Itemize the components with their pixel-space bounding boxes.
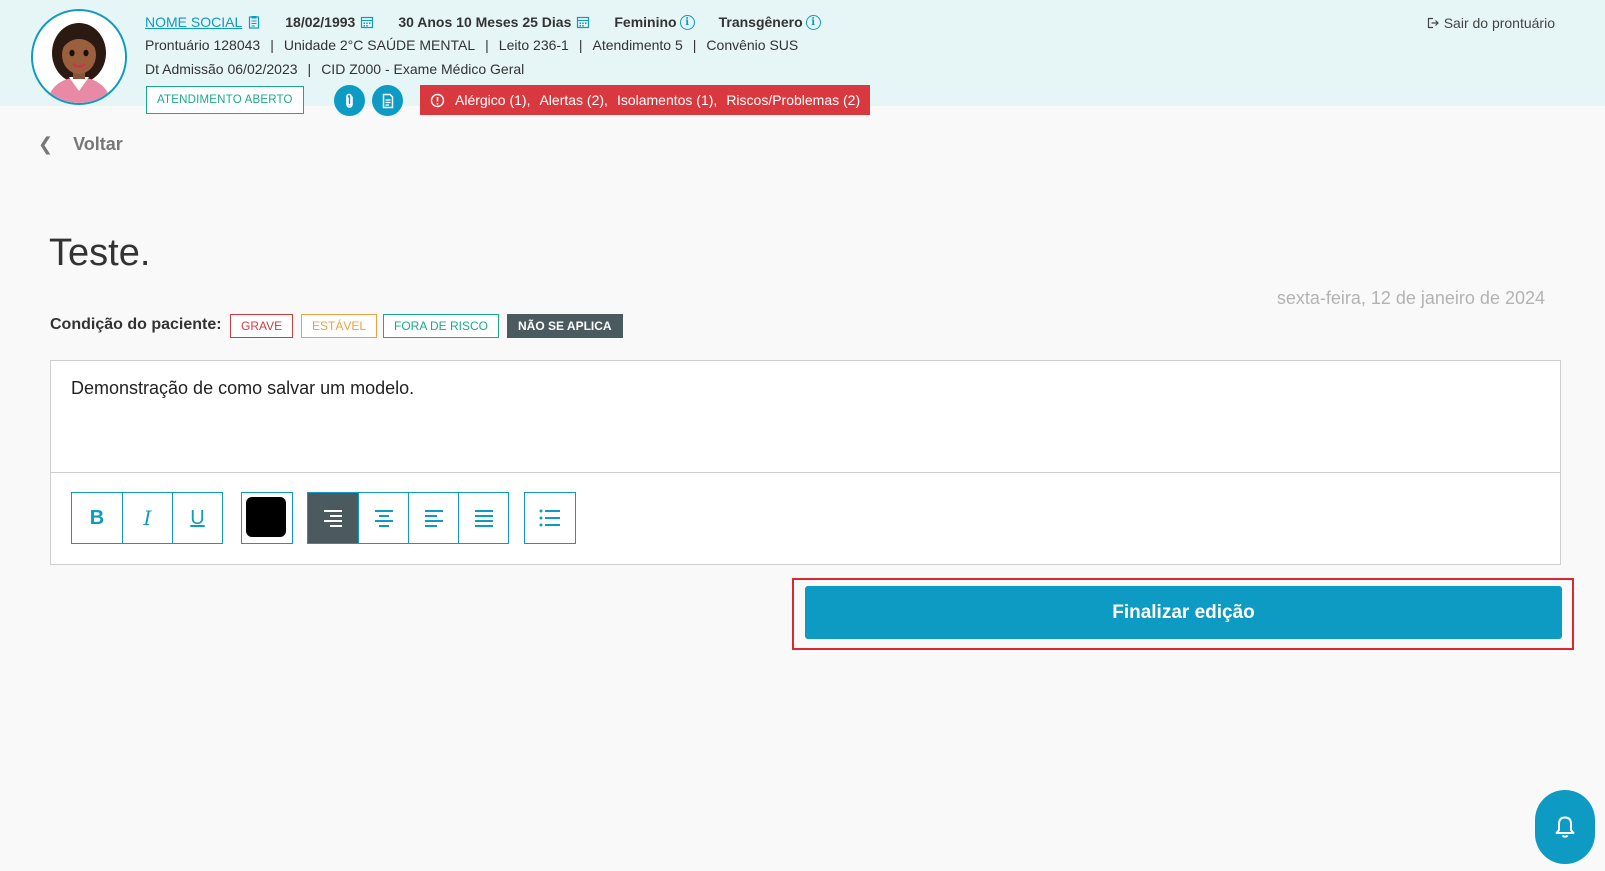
patient-gender-identity: Transgênero	[718, 14, 803, 30]
text-color-button[interactable]	[241, 492, 293, 544]
alert-alergico[interactable]: Alérgico (1),	[455, 92, 530, 108]
chevron-left-icon: ❮	[38, 134, 54, 154]
status-badge: ATENDIMENTO ABERTO	[146, 86, 304, 114]
italic-button[interactable]: I	[122, 493, 172, 543]
birth-date: 18/02/1993	[285, 14, 356, 30]
alert-alertas[interactable]: Alertas (2),	[539, 92, 607, 108]
document-icon	[382, 93, 393, 108]
rich-text-editor[interactable]: Demonstração de como salvar um modelo. B…	[50, 360, 1561, 565]
finish-edit-button[interactable]: Finalizar edição	[805, 586, 1562, 639]
back-label: Voltar	[73, 134, 123, 154]
alignment-button-group	[307, 492, 509, 544]
admission-date: Dt Admissão 06/02/2023	[145, 61, 298, 77]
alerts-bar[interactable]: Alérgico (1), Alertas (2), Isolamentos (…	[420, 85, 871, 115]
condition-fora-de-risco-chip[interactable]: FORA DE RISCO	[383, 314, 500, 338]
prontuario-number: Prontuário 128043	[145, 37, 261, 53]
color-swatch	[246, 497, 286, 537]
exit-record-label: Sair do prontuário	[1443, 15, 1555, 31]
patient-gender: Feminino	[614, 14, 677, 30]
align-justify-icon	[474, 510, 493, 527]
bullet-list-icon	[539, 509, 560, 527]
align-center-button[interactable]	[358, 493, 408, 543]
align-left-icon	[424, 510, 443, 527]
bullet-list-button[interactable]	[525, 493, 575, 543]
align-justify-button[interactable]	[458, 493, 508, 543]
cid: CID Z000 - Exame Médico Geral	[321, 61, 525, 77]
patient-age: 30 Anos 10 Meses 25 Dias	[398, 14, 572, 30]
patient-info-line-1: NOME SOCIAL 18/02/1993 30 Anos 10 Meses …	[145, 14, 821, 30]
patient-header: NOME SOCIAL 18/02/1993 30 Anos 10 Meses …	[0, 0, 1605, 116]
condition-estavel-chip[interactable]: ESTÁVEL	[301, 314, 378, 338]
patient-info-line-3: Dt Admissão 06/02/2023 | CID Z000 - Exam…	[145, 61, 525, 77]
bold-button[interactable]: B	[72, 493, 122, 543]
logout-icon	[1427, 17, 1439, 29]
note-date: sexta-feira, 12 de janeiro de 2024	[1276, 288, 1545, 308]
social-name-link[interactable]: NOME SOCIAL	[145, 14, 242, 30]
info-icon[interactable]: i	[679, 14, 695, 30]
align-right-icon	[324, 510, 342, 527]
atendimento: Atendimento 5	[592, 37, 683, 53]
convenio: Convênio SUS	[706, 37, 799, 53]
clipboard-icon[interactable]	[247, 15, 261, 29]
unidade: Unidade 2°C SAÚDE MENTAL	[283, 37, 476, 53]
condition-label: Condição do paciente:	[50, 316, 222, 333]
note-title: Teste.	[49, 232, 151, 274]
calendar-icon	[361, 16, 374, 29]
align-right-button[interactable]	[308, 493, 358, 543]
info-icon[interactable]: i	[805, 14, 821, 30]
back-button[interactable]: ❮ Voltar	[38, 134, 123, 155]
editor-content[interactable]: Demonstração de como salvar um modelo.	[71, 378, 414, 399]
condition-grave-chip[interactable]: GRAVE	[230, 314, 294, 338]
align-left-button[interactable]	[408, 493, 458, 543]
document-button[interactable]	[372, 85, 403, 116]
editor-divider	[51, 472, 1560, 473]
notifications-button[interactable]	[1535, 790, 1595, 864]
list-button-group	[524, 492, 576, 544]
paperclip-icon	[345, 93, 353, 108]
bell-icon	[1555, 816, 1575, 838]
calendar-icon	[577, 16, 590, 29]
alert-riscos[interactable]: Riscos/Problemas (2)	[726, 92, 860, 108]
format-button-group: B I U	[71, 492, 223, 544]
patient-avatar	[31, 9, 127, 105]
alert-isolamentos[interactable]: Isolamentos (1),	[617, 92, 717, 108]
align-center-icon	[374, 510, 393, 527]
alert-circle-icon	[430, 93, 445, 107]
patient-info-line-2: Prontuário 128043 | Unidade 2°C SAÚDE ME…	[145, 37, 799, 53]
attachment-button[interactable]	[334, 85, 365, 116]
underline-button[interactable]: U	[172, 493, 222, 543]
condition-nao-se-aplica-chip[interactable]: NÃO SE APLICA	[507, 314, 623, 338]
leito: Leito 236-1	[498, 37, 569, 53]
exit-record-link[interactable]: Sair do prontuário	[1427, 15, 1555, 31]
